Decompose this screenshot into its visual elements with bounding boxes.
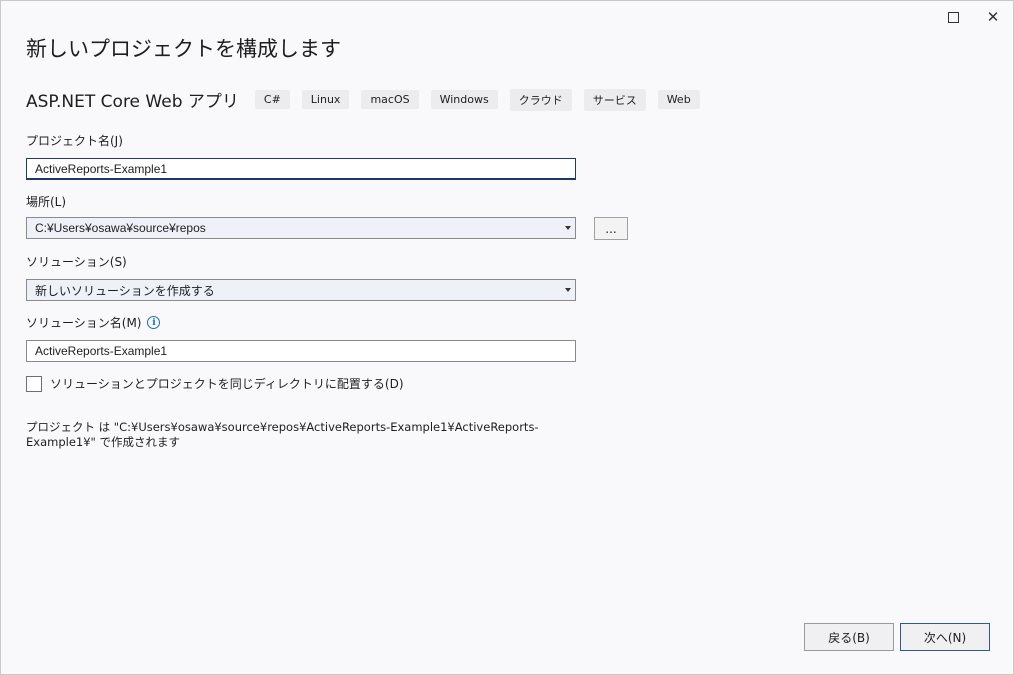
chevron-down-icon — [565, 226, 571, 230]
template-name: ASP.NET Core Web アプリ — [26, 92, 239, 112]
solution-name-input[interactable] — [26, 340, 576, 362]
solution-name-label: ソリューション名(M) — [26, 316, 142, 330]
tag-service: サービス — [583, 88, 646, 111]
same-directory-checkbox[interactable] — [26, 375, 42, 392]
browse-button[interactable]: ... — [594, 217, 628, 240]
solution-label: ソリューション(S) — [26, 255, 127, 269]
tag-windows: Windows — [430, 90, 498, 109]
tag-macos: macOS — [361, 90, 419, 109]
location-value: C:¥Users¥osawa¥source¥repos — [35, 221, 206, 235]
tag-csharp: C# — [254, 90, 290, 109]
chevron-down-icon — [565, 288, 571, 292]
configure-project-dialog: ✕ 新しいプロジェクトを構成します ASP.NET Core Web アプリ C… — [0, 0, 1014, 675]
location-combobox[interactable]: C:¥Users¥osawa¥source¥repos — [26, 217, 576, 239]
template-info: ASP.NET Core Web アプリ C# Linux macOS Wind… — [26, 87, 712, 112]
close-button[interactable]: ✕ — [973, 1, 1013, 33]
tag-web: Web — [657, 90, 700, 109]
tag-cloud: クラウド — [509, 88, 572, 111]
project-path-summary: プロジェクト は "C:¥Users¥osawa¥source¥repos¥Ac… — [26, 420, 539, 449]
maximize-button[interactable] — [933, 1, 973, 33]
solution-dropdown[interactable]: 新しいソリューションを作成する — [26, 279, 576, 301]
solution-name-label-row: ソリューション名(M) i — [26, 314, 161, 331]
close-icon: ✕ — [986, 8, 1000, 26]
next-button[interactable]: 次へ(N) — [900, 623, 990, 651]
project-name-label: プロジェクト名(J) — [26, 134, 123, 148]
info-icon[interactable]: i — [147, 316, 161, 329]
same-directory-option[interactable]: ソリューションとプロジェクトを同じディレクトリに配置する(D) — [26, 375, 404, 392]
page-title: 新しいプロジェクトを構成します — [26, 37, 341, 61]
tag-linux: Linux — [301, 90, 350, 109]
same-directory-label: ソリューションとプロジェクトを同じディレクトリに配置する(D) — [50, 377, 404, 391]
maximize-icon — [947, 11, 959, 23]
back-button[interactable]: 戻る(B) — [804, 623, 894, 651]
solution-value: 新しいソリューションを作成する — [35, 283, 215, 298]
location-label: 場所(L) — [26, 195, 67, 209]
project-name-input[interactable] — [26, 158, 576, 180]
